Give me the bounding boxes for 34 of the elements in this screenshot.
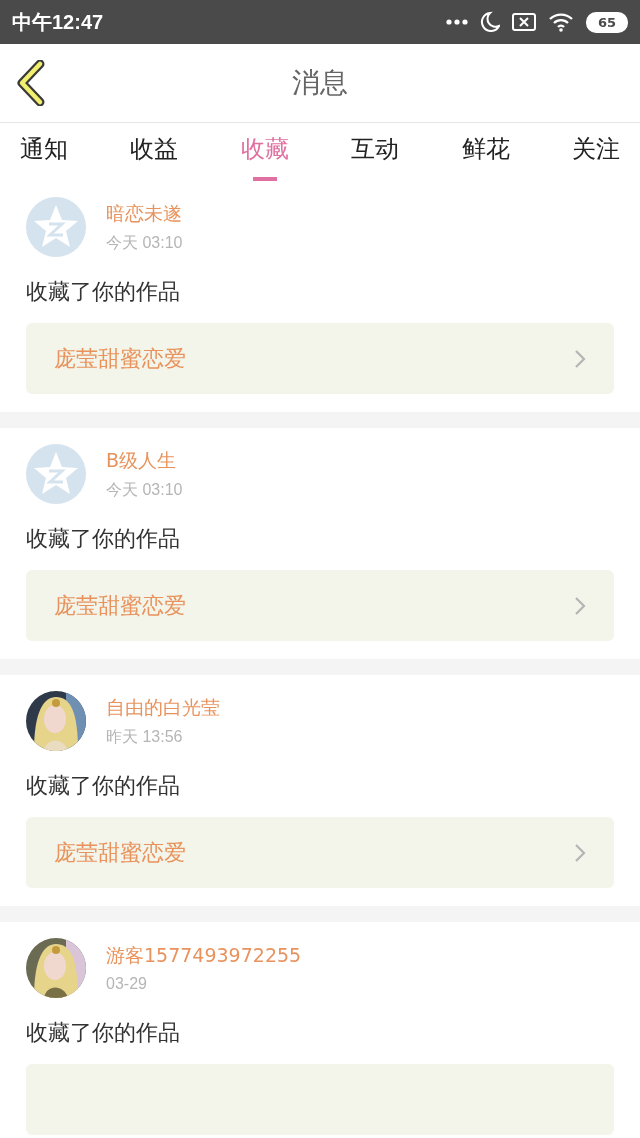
battery-indicator: 65 bbox=[585, 11, 628, 33]
chevron-icon bbox=[574, 348, 586, 369]
work-link[interactable]: 庞莹甜蜜恋爱 bbox=[26, 323, 614, 394]
message-text: 收藏了你的作品 bbox=[26, 278, 181, 306]
moon-icon bbox=[479, 11, 500, 33]
work-link[interactable]: 庞莹甜蜜恋爱 bbox=[26, 817, 614, 888]
more-icon bbox=[445, 18, 468, 26]
tab[interactable]: 通知 bbox=[16, 123, 72, 181]
sim-icon bbox=[511, 12, 536, 32]
tab[interactable]: 收藏 bbox=[236, 123, 293, 181]
message-time: 昨天 13:56 bbox=[106, 726, 184, 747]
message-text: 收藏了你的作品 bbox=[26, 525, 181, 553]
user-name[interactable]: B级人生 bbox=[106, 447, 183, 474]
message-text: 收藏了你的作品 bbox=[26, 772, 181, 800]
message-time: 今天 03:10 bbox=[106, 232, 183, 253]
chevron-icon bbox=[574, 595, 586, 616]
wifi-icon bbox=[547, 12, 574, 32]
message-text: 收藏了你的作品 bbox=[26, 1019, 181, 1047]
user-name[interactable]: 暗恋未遂 bbox=[106, 200, 183, 227]
tab[interactable]: 鲜花 bbox=[457, 123, 514, 181]
user-name[interactable]: 游客1577493972255 bbox=[106, 943, 302, 969]
default-avatar-icon bbox=[26, 197, 86, 257]
tab[interactable]: 互动 bbox=[347, 123, 404, 181]
user-name[interactable]: 自由的白光莹 bbox=[106, 694, 220, 721]
default-avatar-icon bbox=[26, 444, 86, 504]
message-time: 今天 03:10 bbox=[106, 479, 183, 500]
chevron-icon bbox=[574, 842, 586, 863]
message-time: 03-29 bbox=[106, 975, 148, 993]
page-title: 消息 bbox=[292, 65, 348, 101]
tab[interactable]: 关注 bbox=[567, 123, 624, 181]
status-time: 中午12:47 bbox=[12, 9, 104, 35]
back-button[interactable] bbox=[16, 60, 46, 109]
work-link[interactable]: 庞莹甜蜜恋爱 bbox=[26, 570, 614, 641]
tab[interactable]: 收益 bbox=[126, 123, 183, 181]
